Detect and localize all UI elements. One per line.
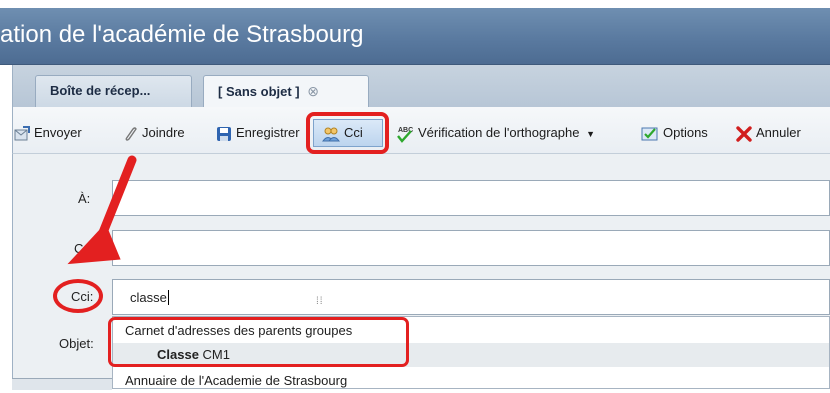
app-window: ation de l'académie de Strasbourg Boîte … (0, 0, 830, 390)
annotation-arrow (67, 155, 137, 265)
